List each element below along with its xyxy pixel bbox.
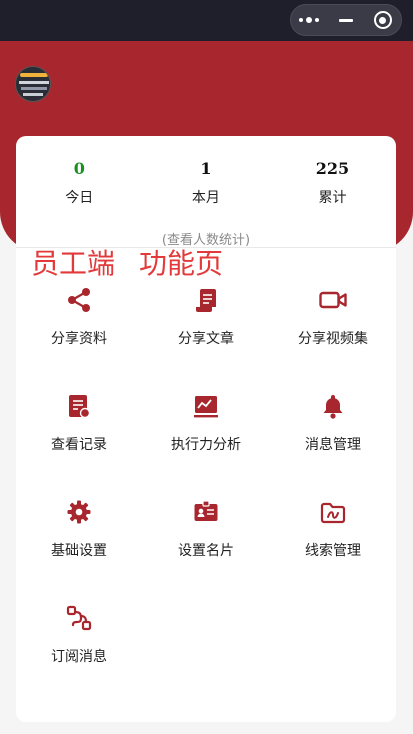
menu-business-card[interactable]: 设置名片 [143, 498, 269, 588]
minimize-button[interactable] [328, 5, 365, 35]
main-card: 0 今日 1 本月 225 累计 (查看人数统计) 分享资料 分享文章 分享视频… [16, 136, 396, 722]
stat-month: 1 本月 [143, 158, 270, 207]
menu-label: 基础设置 [51, 543, 107, 559]
menu-label: 执行力分析 [171, 437, 241, 453]
menu-label: 分享视频集 [298, 331, 368, 347]
menu-label: 查看记录 [51, 437, 107, 453]
analysis-icon [192, 392, 220, 420]
scroll-icon [192, 286, 220, 314]
menu-execution-analysis[interactable]: 执行力分析 [143, 392, 269, 482]
stat-label: 本月 [191, 190, 220, 206]
menu-share-article[interactable]: 分享文章 [143, 286, 269, 376]
status-bar [0, 0, 413, 41]
more-dots-icon [299, 17, 320, 23]
page: 0 今日 1 本月 225 累计 (查看人数统计) 分享资料 分享文章 分享视频… [0, 0, 413, 734]
folder-clue-icon [319, 498, 347, 526]
stats-row: 0 今日 1 本月 225 累计 [16, 158, 396, 207]
menu-label: 设置名片 [178, 543, 234, 559]
menu-subscribe-messages[interactable]: 订阅消息 [16, 604, 142, 694]
overlay-caption-left: 员工端 [31, 247, 116, 280]
video-camera-icon [319, 286, 347, 314]
menu-label: 线索管理 [305, 543, 361, 559]
menu-label: 消息管理 [305, 437, 361, 453]
more-button[interactable] [291, 5, 328, 35]
avatar[interactable] [15, 66, 51, 102]
record-icon [65, 392, 93, 420]
stat-today: 0 今日 [16, 158, 143, 207]
bell-icon [319, 392, 347, 420]
stat-value: 225 [315, 159, 350, 178]
menu-share-video[interactable]: 分享视频集 [270, 286, 396, 376]
stat-label: 今日 [65, 190, 94, 206]
menu-basic-settings[interactable]: 基础设置 [16, 498, 142, 588]
overlay-caption: 员工端 功能页 [31, 246, 223, 282]
menu-label: 分享文章 [178, 331, 234, 347]
close-button[interactable] [364, 5, 401, 35]
stat-total: 225 累计 [269, 158, 396, 207]
menu-view-records[interactable]: 查看记录 [16, 392, 142, 482]
menu-label: 分享资料 [51, 331, 107, 347]
stat-label: 累计 [318, 190, 347, 206]
menu-message-management[interactable]: 消息管理 [270, 392, 396, 482]
overlay-caption-right: 功能页 [139, 247, 224, 280]
gear-icon [65, 498, 93, 526]
menu-label: 订阅消息 [51, 649, 107, 665]
target-icon [373, 11, 392, 29]
stat-value: 0 [73, 159, 85, 178]
id-card-icon [192, 498, 220, 526]
mini-program-capsule [290, 4, 402, 36]
menu-share-materials[interactable]: 分享资料 [16, 286, 142, 376]
subscribe-icon [65, 604, 93, 632]
menu-clue-management[interactable]: 线索管理 [270, 498, 396, 588]
share-icon [65, 286, 93, 314]
stat-value: 1 [200, 159, 212, 178]
minus-icon [339, 18, 353, 22]
